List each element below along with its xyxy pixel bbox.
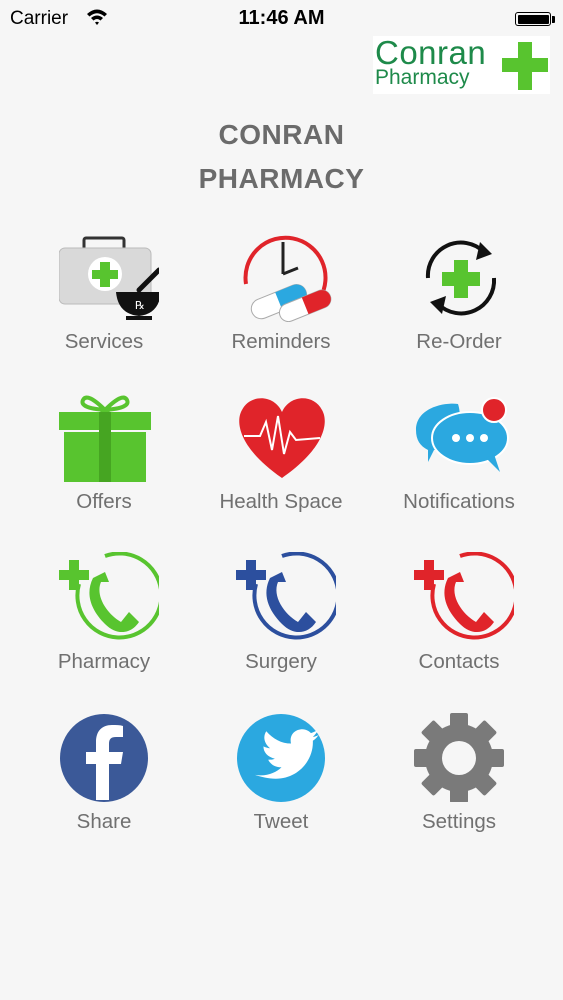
gear-icon [414,713,504,802]
page-title: CONRAN PHARMACY [0,113,563,201]
settings-button[interactable]: Settings [369,706,549,846]
title-line1: CONRAN [218,119,345,150]
heart-heartbeat-icon [239,398,325,478]
battery-icon [515,12,551,26]
offers-label: Offers [76,490,132,513]
title-line2: PHARMACY [198,163,365,194]
pharmacy-phone-icon [59,552,159,640]
svg-text:℞: ℞ [135,300,145,312]
tweet-button[interactable]: Tweet [191,706,371,846]
tweet-label: Tweet [253,810,309,833]
reminders-button[interactable]: Reminders [191,226,371,366]
reminders-label: Reminders [231,330,331,353]
facebook-icon [60,714,148,802]
surgery-phone-button[interactable]: Surgery [191,546,371,686]
contacts-button[interactable]: Contacts [369,546,549,686]
re-order-button[interactable]: Re-Order [369,226,549,366]
logo-text-line2: Pharmacy [375,66,470,89]
gift-icon [59,395,151,482]
status-time: 11:46 AM [238,7,325,29]
re-order-label: Re-Order [416,330,502,353]
services-label: Services [64,330,144,353]
surgery-phone-icon [236,552,336,640]
health-space-label: Health Space [219,490,343,513]
first-aid-kit-icon: ℞ [59,236,159,320]
pharmacy-phone-button[interactable]: Pharmacy [14,546,194,686]
pharmacy-label: Pharmacy [57,650,151,673]
twitter-icon [237,714,325,802]
clock-pills-icon [243,235,332,322]
settings-label: Settings [421,810,497,833]
reorder-cycle-icon [425,240,497,316]
share-button[interactable]: Share [14,706,194,846]
battery-tip [552,16,555,23]
share-label: Share [76,810,132,833]
contacts-phone-icon [414,552,514,640]
services-button[interactable]: ℞ Services [14,226,194,366]
surgery-label: Surgery [245,650,317,673]
contacts-label: Contacts [418,650,500,673]
notifications-button[interactable]: Notifications [369,386,549,526]
green-cross-icon [502,42,548,90]
notifications-label: Notifications [403,490,515,513]
chat-bubbles-icon [416,397,509,472]
conran-pharmacy-logo: Conran Pharmacy [373,34,550,94]
health-space-button[interactable]: Health Space [191,386,371,526]
offers-button[interactable]: Offers [14,386,194,526]
